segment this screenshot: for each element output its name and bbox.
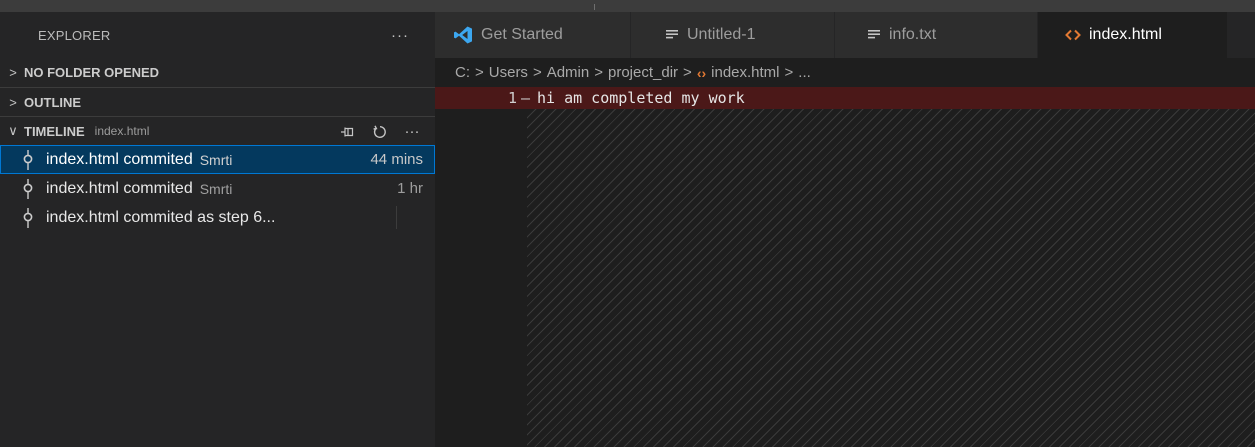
timeline-item[interactable]: index.html commited Smrti 1 hr [0, 174, 435, 203]
breadcrumb-item[interactable]: Admin [547, 64, 590, 81]
chevron-right-icon: > [784, 64, 794, 81]
section-timeline[interactable]: ∨ TIMELINE index.html ··· [0, 116, 435, 145]
chevron-right-icon: > [532, 64, 542, 81]
tab-label: Untitled-1 [687, 26, 756, 43]
title-bar-divider [594, 4, 595, 10]
line-number: 1 [507, 89, 517, 107]
breadcrumb-item[interactable]: Users [489, 64, 528, 81]
tab-untitled-1[interactable]: Untitled-1 [631, 12, 835, 58]
tab-label: Get Started [481, 26, 563, 43]
section-no-folder-opened[interactable]: > NO FOLDER OPENED [0, 58, 435, 87]
chevron-right-icon: > [683, 64, 692, 81]
editor-area: Get Started Untitled-1 info.txt index.ht… [435, 12, 1255, 447]
timeline-item-time: 44 mins [370, 151, 423, 168]
html-file-icon: ‹› [696, 64, 707, 81]
tab-info-txt[interactable]: info.txt [835, 12, 1038, 58]
diff-empty-region [527, 109, 1255, 447]
timeline-item[interactable]: index.html commited as step 6... [0, 203, 435, 232]
timeline-file-name: index.html [94, 124, 150, 138]
html-file-icon [1065, 29, 1081, 41]
timeline-item-label: index.html commited [46, 179, 193, 197]
chevron-right-icon: > [475, 64, 484, 81]
timeline-more-icon[interactable]: ··· [401, 121, 423, 143]
tab-index-html[interactable]: index.html [1038, 12, 1228, 58]
tab-label: info.txt [889, 26, 937, 43]
commit-icon [20, 149, 36, 170]
line-content: hi am completed my work [537, 89, 745, 107]
refresh-icon[interactable] [369, 121, 391, 143]
pin-icon[interactable] [337, 121, 359, 143]
code-line-deleted[interactable]: 1 — hi am completed my work [435, 87, 1255, 109]
deleted-line-marker: — [521, 89, 531, 107]
tab-bar: Get Started Untitled-1 info.txt index.ht… [435, 12, 1255, 58]
breadcrumb-file[interactable]: ‹› index.html [697, 64, 780, 81]
timeline-item-author: Smrti [199, 180, 233, 197]
text-file-icon [665, 29, 679, 41]
timeline-actions: ··· [337, 117, 423, 146]
explorer-title: EXPLORER [38, 27, 111, 43]
commit-icon [20, 178, 36, 199]
section-title: NO FOLDER OPENED [24, 65, 160, 80]
timeline-item[interactable]: index.html commited Smrti 44 mins [0, 145, 435, 174]
section-title: OUTLINE [24, 94, 82, 110]
breadcrumb-file-label: index.html [711, 64, 780, 81]
timeline-item-time: 1 hr [397, 180, 423, 197]
breadcrumb-item[interactable]: project_dir [608, 64, 678, 81]
chevron-right-icon: > [9, 94, 17, 110]
timeline-item-label: index.html commited as step 6... [46, 208, 276, 226]
title-bar [0, 0, 1255, 12]
timeline-item-author: Smrti [199, 151, 233, 168]
explorer-header: EXPLORER ··· [0, 12, 435, 58]
section-title: TIMELINE [24, 123, 85, 139]
tab-get-started[interactable]: Get Started [435, 12, 631, 58]
sidebar-sash[interactable] [396, 206, 397, 229]
tab-label: index.html [1089, 26, 1162, 43]
explorer-more-actions-icon[interactable]: ··· [391, 27, 409, 44]
vscode-logo-icon [453, 25, 473, 45]
section-outline[interactable]: > OUTLINE [0, 87, 435, 116]
breadcrumb-symbols[interactable]: ... [798, 64, 811, 81]
chevron-right-icon: > [594, 64, 603, 81]
commit-icon [20, 207, 36, 228]
sidebar: EXPLORER ··· > NO FOLDER OPENED > OUTLIN… [0, 12, 435, 447]
code-editor[interactable]: 1 — hi am completed my work [435, 87, 1255, 447]
chevron-right-icon: > [9, 65, 17, 80]
breadcrumb: C: > Users > Admin > project_dir > ‹› in… [435, 58, 1255, 87]
text-file-icon [867, 29, 881, 41]
breadcrumb-item[interactable]: C: [455, 64, 470, 81]
timeline-item-label: index.html commited [46, 150, 193, 168]
chevron-down-icon: ∨ [8, 123, 18, 138]
editor-gutter [435, 109, 527, 447]
